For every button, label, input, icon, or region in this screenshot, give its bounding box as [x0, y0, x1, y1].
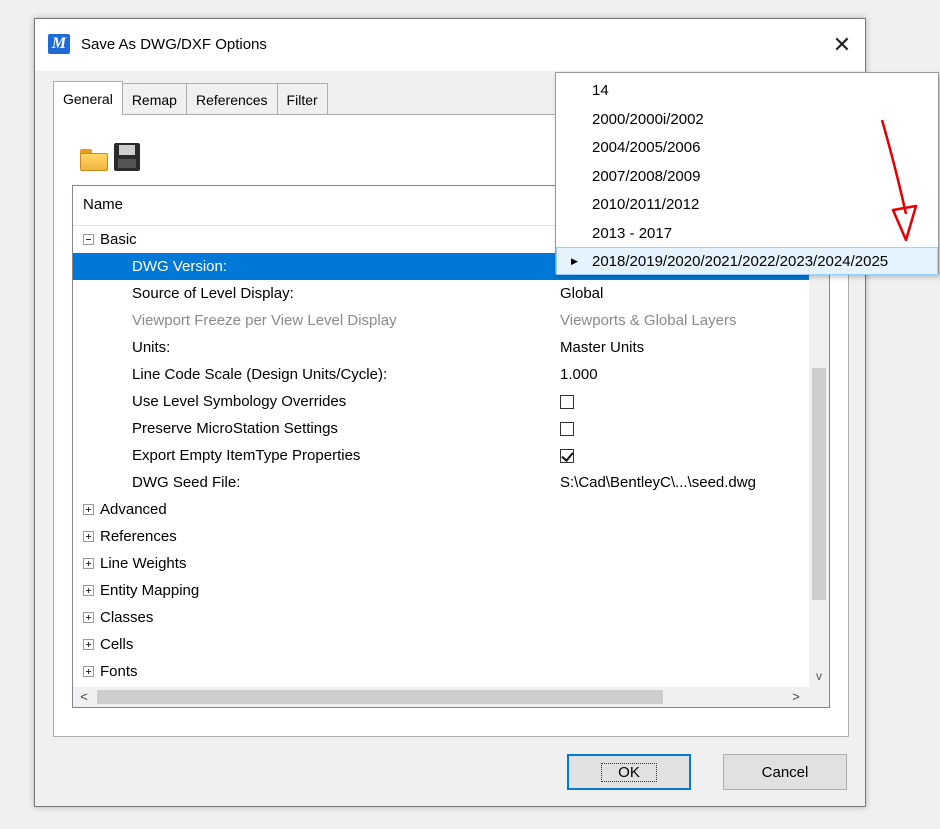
group-label: Line Weights	[100, 555, 187, 572]
red-arrow-annotation-icon	[880, 119, 918, 242]
property-value[interactable]: S:\Cad\BentleyC\...\seed.dwg	[560, 474, 756, 491]
group-row-cells[interactable]: Cells	[73, 631, 809, 658]
property-value[interactable]: Global	[560, 285, 603, 302]
property-value: Viewports & Global Layers	[560, 312, 737, 329]
selected-marker-icon: ▶	[571, 255, 578, 266]
group-label: Cells	[100, 636, 134, 653]
group-row-advanced[interactable]: Advanced	[73, 496, 809, 523]
group-row-entity-mapping[interactable]: Entity Mapping	[73, 577, 809, 604]
property-label: Viewport Freeze per View Level Display	[132, 312, 397, 329]
expand-icon[interactable]	[83, 558, 94, 569]
scroll-down-arrow-icon[interactable]: v	[809, 669, 829, 683]
use-level-symbology-checkbox[interactable]	[560, 394, 574, 409]
tab-references[interactable]: References	[185, 83, 278, 115]
ok-button-label: OK	[601, 762, 657, 782]
horizontal-scrollbar[interactable]: < >	[73, 687, 809, 707]
property-value[interactable]: 1.000	[560, 366, 598, 383]
property-row-dwg-seed-file[interactable]: DWG Seed File: S:\Cad\BentleyC\...\seed.…	[73, 469, 809, 496]
property-label: Export Empty ItemType Properties	[132, 447, 361, 464]
property-row-viewport-freeze: Viewport Freeze per View Level Display V…	[73, 307, 809, 334]
group-row-references[interactable]: References	[73, 523, 809, 550]
property-value[interactable]: Master Units	[560, 339, 644, 356]
expand-icon[interactable]	[83, 639, 94, 650]
property-label: Source of Level Display:	[132, 285, 294, 302]
folder-open-icon[interactable]	[80, 149, 108, 171]
scrollbar-corner	[809, 687, 829, 707]
scroll-left-arrow-icon[interactable]: <	[75, 687, 93, 707]
close-button[interactable]: ✕	[819, 19, 865, 71]
property-label: DWG Version:	[132, 258, 228, 275]
title-bar: M Save As DWG/DXF Options ✕	[35, 19, 865, 71]
group-label: References	[100, 528, 177, 545]
save-disk-icon[interactable]	[114, 143, 140, 171]
expand-icon[interactable]	[83, 585, 94, 596]
tab-general[interactable]: General	[53, 81, 123, 115]
property-row-line-code-scale[interactable]: Line Code Scale (Design Units/Cycle): 1.…	[73, 361, 809, 388]
dialog-title: Save As DWG/DXF Options	[81, 36, 267, 53]
group-row-fonts[interactable]: Fonts	[73, 658, 809, 685]
close-icon: ✕	[832, 32, 852, 57]
collapse-icon[interactable]	[83, 234, 94, 245]
property-row-export-empty-itemtype[interactable]: Export Empty ItemType Properties	[73, 442, 809, 469]
expand-icon[interactable]	[83, 531, 94, 542]
property-row-units[interactable]: Units: Master Units	[73, 334, 809, 361]
dropdown-option-14[interactable]: 14	[556, 76, 938, 104]
scroll-right-arrow-icon[interactable]: >	[787, 687, 805, 707]
property-label: Units:	[132, 339, 171, 356]
group-label: Entity Mapping	[100, 582, 200, 599]
property-label: Preserve MicroStation Settings	[132, 420, 338, 437]
property-label: Use Level Symbology Overrides	[132, 393, 347, 410]
tab-filter[interactable]: Filter	[276, 83, 328, 115]
property-row-source-of-level-display[interactable]: Source of Level Display: Global	[73, 280, 809, 307]
group-row-line-weights[interactable]: Line Weights	[73, 550, 809, 577]
expand-icon[interactable]	[83, 666, 94, 677]
group-row-classes[interactable]: Classes	[73, 604, 809, 631]
tab-strip: General Remap References Filter	[53, 81, 328, 115]
horizontal-scroll-thumb[interactable]	[97, 690, 663, 704]
property-label: Line Code Scale (Design Units/Cycle):	[132, 366, 388, 383]
preserve-microstation-settings-checkbox[interactable]	[560, 421, 574, 436]
property-row-preserve-microstation-settings[interactable]: Preserve MicroStation Settings	[73, 415, 809, 442]
vertical-scroll-thumb[interactable]	[812, 368, 826, 600]
property-row-use-level-symbology-overrides[interactable]: Use Level Symbology Overrides	[73, 388, 809, 415]
group-label: Fonts	[100, 663, 138, 680]
cancel-button[interactable]: Cancel	[723, 754, 847, 790]
settings-toolbar	[80, 143, 140, 171]
expand-icon[interactable]	[83, 504, 94, 515]
microstation-logo-icon: M	[48, 34, 70, 54]
group-label: Advanced	[100, 501, 167, 518]
ok-button[interactable]: OK	[567, 754, 691, 790]
name-column-header[interactable]: Name	[83, 196, 123, 213]
export-empty-itemtype-checkbox[interactable]	[560, 448, 574, 463]
group-label: Classes	[100, 609, 154, 626]
expand-icon[interactable]	[83, 612, 94, 623]
property-label: DWG Seed File:	[132, 474, 241, 491]
tab-remap[interactable]: Remap	[121, 83, 187, 115]
group-label: Basic	[100, 231, 137, 248]
